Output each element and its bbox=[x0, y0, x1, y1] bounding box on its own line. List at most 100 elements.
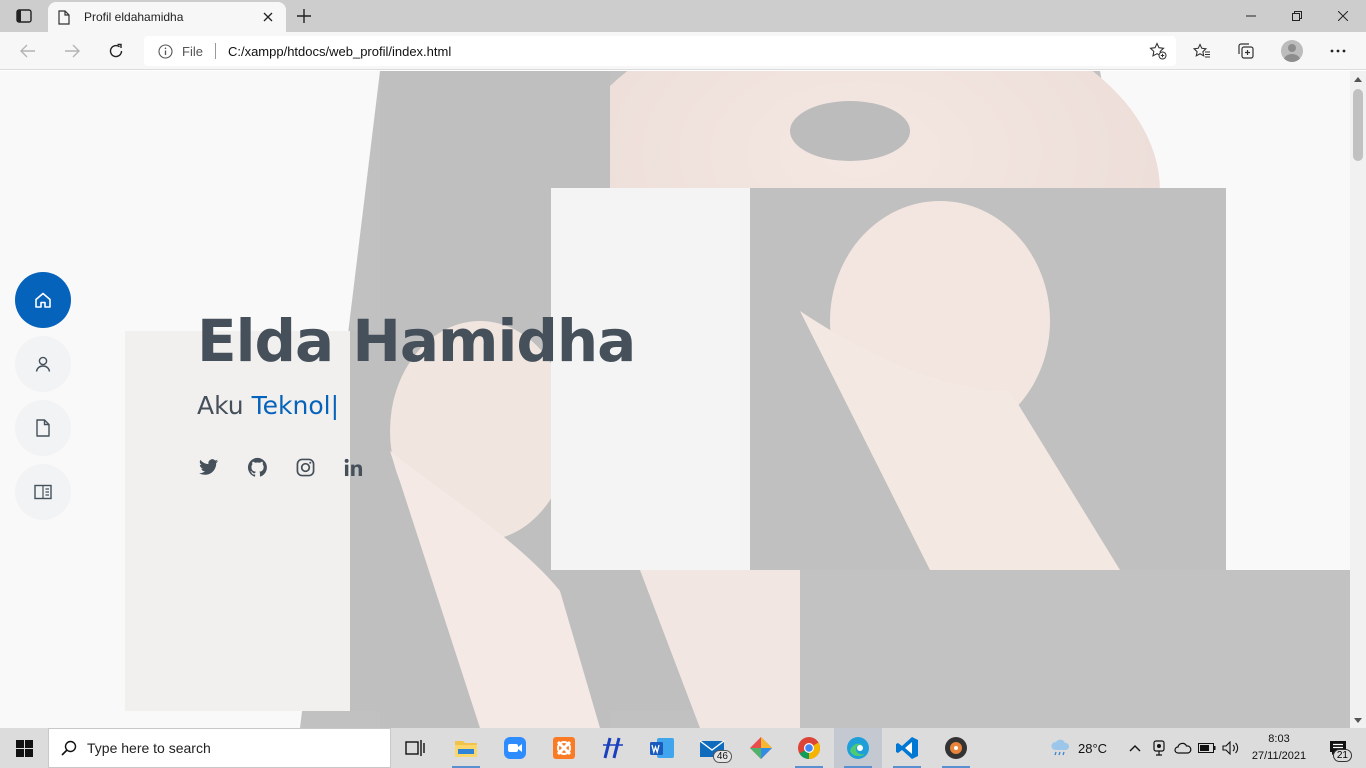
refresh-button[interactable] bbox=[102, 37, 130, 65]
forward-button[interactable] bbox=[58, 37, 86, 65]
home-icon bbox=[35, 292, 51, 308]
scroll-up-button[interactable] bbox=[1350, 71, 1366, 87]
user-icon bbox=[35, 356, 51, 372]
triangle-down-icon bbox=[1354, 717, 1362, 723]
volume-button[interactable] bbox=[1219, 728, 1243, 768]
minimize-icon bbox=[1246, 15, 1256, 17]
twitter-link[interactable] bbox=[197, 455, 221, 479]
chrome-icon bbox=[798, 737, 820, 759]
scroll-thumb[interactable] bbox=[1353, 89, 1363, 161]
diamond-app-icon bbox=[750, 737, 772, 759]
linkedin-link[interactable] bbox=[341, 455, 365, 479]
start-button[interactable] bbox=[0, 728, 48, 768]
nav-about-button[interactable] bbox=[15, 336, 71, 392]
xampp-app[interactable] bbox=[540, 728, 588, 768]
slash-app-icon bbox=[603, 737, 623, 759]
nav-resume-button[interactable] bbox=[15, 400, 71, 456]
profile-button[interactable] bbox=[1276, 37, 1308, 65]
page-icon bbox=[58, 9, 74, 25]
search-icon bbox=[61, 740, 77, 756]
battery-icon bbox=[1198, 743, 1216, 753]
zoom-icon bbox=[504, 737, 526, 759]
notification-center-button[interactable]: 21 bbox=[1318, 728, 1358, 768]
linkedin-icon bbox=[344, 458, 362, 476]
book-icon bbox=[34, 484, 52, 500]
task-view-button[interactable] bbox=[391, 728, 439, 768]
clock-time: 8:03 bbox=[1268, 733, 1290, 745]
temperature-label: 28°C bbox=[1078, 740, 1108, 756]
windows-logo-icon bbox=[15, 739, 33, 757]
new-tab-button[interactable] bbox=[292, 5, 316, 27]
speaker-icon bbox=[1222, 741, 1239, 755]
refresh-icon bbox=[109, 43, 123, 58]
collections-button[interactable] bbox=[1230, 37, 1262, 65]
twitter-icon bbox=[199, 458, 219, 475]
task-view-icon bbox=[405, 740, 425, 756]
star-plus-icon bbox=[1149, 42, 1167, 60]
divider bbox=[214, 43, 216, 59]
tab-bar: Profil eldahamidha bbox=[0, 0, 1366, 32]
address-toolbar: File C:/xampp/htdocs/web_profil/index.ht… bbox=[0, 32, 1366, 70]
taskbar-search-box[interactable]: Type here to search bbox=[48, 728, 391, 768]
restore-button[interactable] bbox=[1274, 0, 1320, 32]
favorites-button[interactable] bbox=[1186, 37, 1218, 65]
file-explorer-app[interactable] bbox=[442, 728, 490, 768]
close-tab-icon[interactable] bbox=[260, 9, 276, 25]
sourcetree-app[interactable] bbox=[737, 728, 785, 768]
windows-taskbar: Type here to search 46 28°C 8:03 27/11/2… bbox=[0, 728, 1366, 768]
file-scheme-label: File bbox=[182, 43, 203, 59]
nav-portfolio-button[interactable] bbox=[15, 464, 71, 520]
arrow-left-icon bbox=[20, 44, 35, 58]
url-text[interactable]: C:/xampp/htdocs/web_profil/index.html bbox=[228, 44, 1144, 59]
back-button[interactable] bbox=[14, 37, 42, 65]
typed-text: Teknol bbox=[251, 391, 331, 420]
minimize-button[interactable] bbox=[1228, 0, 1274, 32]
settings-more-button[interactable] bbox=[1322, 37, 1354, 65]
disc-icon bbox=[945, 737, 967, 759]
close-icon bbox=[1338, 11, 1348, 21]
vertical-scrollbar[interactable] bbox=[1350, 71, 1366, 728]
chrome-app[interactable] bbox=[785, 728, 833, 768]
browser-tab[interactable]: Profil eldahamidha bbox=[48, 2, 286, 32]
plus-icon bbox=[297, 9, 311, 23]
hero-name: Elda Hamidha bbox=[197, 307, 636, 375]
scroll-down-button[interactable] bbox=[1350, 712, 1366, 728]
clock-date: 27/11/2021 bbox=[1251, 750, 1307, 762]
meet-now-button[interactable] bbox=[1147, 728, 1171, 768]
favorites-icon bbox=[1193, 43, 1210, 58]
file-icon bbox=[36, 419, 50, 437]
triangle-up-icon bbox=[1354, 76, 1362, 82]
onedrive-button[interactable] bbox=[1171, 728, 1195, 768]
weather-widget[interactable]: 28°C bbox=[1050, 728, 1107, 768]
tab-title: Profil eldahamidha bbox=[84, 10, 184, 24]
mail-app[interactable]: 46 bbox=[688, 728, 736, 768]
word-app[interactable] bbox=[638, 728, 686, 768]
nav-home-button[interactable] bbox=[15, 272, 71, 328]
tab-actions-button[interactable] bbox=[10, 5, 38, 27]
page-viewport: Elda Hamidha Aku Teknol| bbox=[0, 71, 1350, 728]
search-placeholder: Type here to search bbox=[87, 740, 211, 756]
social-links bbox=[197, 455, 389, 479]
address-bar[interactable]: File C:/xampp/htdocs/web_profil/index.ht… bbox=[144, 36, 1176, 66]
battery-button[interactable] bbox=[1195, 728, 1219, 768]
add-favorite-button[interactable] bbox=[1144, 37, 1172, 65]
visual-studio-app[interactable] bbox=[589, 728, 637, 768]
rain-cloud-icon bbox=[1051, 739, 1070, 756]
media-player-app[interactable] bbox=[932, 728, 980, 768]
edge-app[interactable] bbox=[834, 728, 882, 768]
github-link[interactable] bbox=[245, 455, 269, 479]
vscode-icon bbox=[896, 737, 918, 759]
more-icon bbox=[1330, 49, 1346, 53]
zoom-app[interactable] bbox=[491, 728, 539, 768]
cloud-icon bbox=[1174, 742, 1192, 754]
mail-unread-badge: 46 bbox=[712, 750, 732, 763]
close-window-button[interactable] bbox=[1320, 0, 1366, 32]
typed-cursor: | bbox=[330, 391, 340, 420]
info-icon[interactable] bbox=[158, 43, 174, 59]
system-clock[interactable]: 8:03 27/11/2021 bbox=[1247, 731, 1311, 765]
instagram-icon bbox=[296, 458, 314, 476]
arrow-right-icon bbox=[65, 44, 80, 58]
vscode-app[interactable] bbox=[883, 728, 931, 768]
show-hidden-icons-button[interactable] bbox=[1123, 728, 1147, 768]
instagram-link[interactable] bbox=[293, 455, 317, 479]
